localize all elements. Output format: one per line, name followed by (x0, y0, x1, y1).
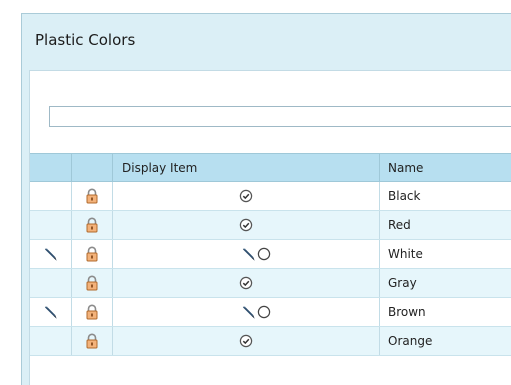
row-lock-cell (72, 211, 113, 239)
lock-icon (85, 188, 99, 204)
pencil-icon[interactable] (241, 305, 256, 320)
header-name[interactable]: Name (380, 154, 511, 181)
grid-body: Black Red White Gray Brown Orange (30, 182, 511, 356)
empty-circle-icon[interactable] (257, 305, 271, 319)
header-display-item[interactable]: Display Item (113, 154, 380, 181)
row-display-item-cell[interactable] (113, 298, 380, 326)
row-name-cell[interactable]: White (380, 240, 511, 268)
table-row[interactable]: Gray (30, 269, 511, 298)
row-lock-cell (72, 182, 113, 210)
lock-icon (85, 333, 99, 349)
row-name-cell[interactable]: Brown (380, 298, 511, 326)
row-edit-cell (30, 211, 72, 239)
row-lock-cell (72, 298, 113, 326)
row-display-item-cell[interactable] (113, 182, 380, 210)
lock-icon (85, 217, 99, 233)
row-lock-cell (72, 269, 113, 297)
row-display-item-cell[interactable] (113, 211, 380, 239)
row-lock-cell (72, 240, 113, 268)
panel-body: Display Item Name Black Red White Gray Brown… (29, 70, 511, 385)
display-item-editor[interactable] (241, 305, 271, 320)
row-name-cell[interactable]: Gray (380, 269, 511, 297)
check-circle-icon[interactable] (239, 189, 253, 203)
check-circle-icon[interactable] (239, 334, 253, 348)
table-row[interactable]: Brown (30, 298, 511, 327)
table-row[interactable]: White (30, 240, 511, 269)
table-row[interactable]: Orange (30, 327, 511, 356)
row-lock-cell (72, 327, 113, 355)
header-lock-column[interactable] (72, 154, 113, 181)
lock-icon (85, 275, 99, 291)
row-name-cell[interactable]: Black (380, 182, 511, 210)
check-circle-icon[interactable] (239, 276, 253, 290)
search-input[interactable] (49, 106, 511, 127)
lock-icon (85, 246, 99, 262)
lock-icon (85, 304, 99, 320)
row-display-item-cell[interactable] (113, 240, 380, 268)
row-edit-cell (30, 327, 72, 355)
display-item-editor[interactable] (241, 247, 271, 262)
row-edit-cell (30, 182, 72, 210)
row-edit-cell (30, 269, 72, 297)
row-name-cell[interactable]: Orange (380, 327, 511, 355)
panel-title: Plastic Colors (35, 31, 136, 49)
table-row[interactable]: Red (30, 211, 511, 240)
row-edit-cell[interactable] (30, 240, 72, 268)
colors-grid: Display Item Name Black Red White Gray Brown… (30, 153, 511, 356)
header-edit-column[interactable] (30, 154, 72, 181)
grid-header: Display Item Name (30, 153, 511, 182)
check-circle-icon[interactable] (239, 218, 253, 232)
pencil-icon[interactable] (43, 247, 58, 262)
row-edit-cell[interactable] (30, 298, 72, 326)
plastic-colors-panel: Plastic Colors Display Item Name Black Re… (21, 13, 511, 385)
table-row[interactable]: Black (30, 182, 511, 211)
pencil-icon[interactable] (43, 305, 58, 320)
row-display-item-cell[interactable] (113, 327, 380, 355)
row-display-item-cell[interactable] (113, 269, 380, 297)
pencil-icon[interactable] (241, 247, 256, 262)
row-name-cell[interactable]: Red (380, 211, 511, 239)
empty-circle-icon[interactable] (257, 247, 271, 261)
